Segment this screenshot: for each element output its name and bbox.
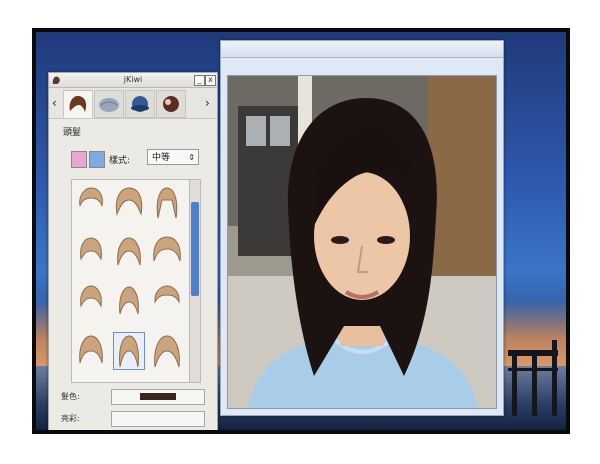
hairstyle-option[interactable] [76,284,106,320]
hairstyle-icon [80,285,102,308]
style-select[interactable]: 中等 ⇕ [147,149,199,165]
hairstyle-option[interactable] [76,186,106,222]
brightness-label: 亮彩: [61,414,80,423]
chevron-left-icon[interactable]: ‹ [52,96,57,110]
chevron-updown-icon: ⇕ [188,153,195,162]
scrollbar-thumb[interactable] [191,202,199,296]
tab-hair[interactable] [63,90,93,118]
hat-icon [131,96,149,112]
chevron-right-icon[interactable]: › [205,96,210,110]
hairstyle-icon [80,237,102,261]
hairstyle-option[interactable] [114,284,144,320]
hairstyle-option[interactable] [113,332,145,370]
hair-color-swatch [140,393,176,400]
hairstyle-option[interactable] [152,333,182,369]
close-button[interactable]: x [205,75,216,86]
desktop-screen: jKiwi _ x ‹ › 頭髮 樣式: 中等 ⇕ 髮色: 亮彩: [36,32,566,430]
pier-silhouette [508,340,558,416]
hairstyle-icon [117,237,141,266]
male-button[interactable] [89,151,105,168]
monitor-frame: jKiwi _ x ‹ › 頭髮 樣式: 中等 ⇕ 髮色: 亮彩: [32,28,570,434]
hairstyle-option[interactable] [152,284,182,320]
photo-preview-window [220,40,504,416]
hairstyle-option[interactable] [76,235,106,271]
hairstyle-icon [79,335,103,364]
hairstyle-icon [119,335,139,368]
hairstyle-option[interactable] [152,235,182,271]
jkiwi-titlebar[interactable]: jKiwi _ x [49,73,217,88]
hair-icon [69,95,87,112]
photo-titlebar[interactable] [221,41,503,58]
jkiwi-window: jKiwi _ x ‹ › 頭髮 樣式: 中等 ⇕ 髮色: 亮彩: [48,72,218,430]
accessory-icon [163,96,179,112]
tab-accessory[interactable] [156,90,186,118]
style-label: 樣式: [109,156,131,166]
hairstyle-option[interactable] [76,333,106,369]
tab-hat[interactable] [125,90,155,118]
hairstyle-icon [153,236,181,262]
hairstyle-option[interactable] [114,235,144,271]
fabric-icon [99,98,119,112]
style-select-value: 中等 [152,153,171,163]
hairstyle-scrollbar[interactable] [189,179,201,383]
hairstyle-icon [154,285,180,304]
female-button[interactable] [71,151,87,168]
preview-photo [227,75,497,409]
hair-color-label: 髮色: [61,392,80,401]
section-title: 頭髮 [63,128,82,138]
girl-portrait [228,76,496,408]
hairstyle-icon [154,335,180,368]
tab-fabric[interactable] [94,90,124,118]
app-icon [52,76,60,84]
hairstyle-icon [156,187,178,219]
minimize-button[interactable]: _ [194,75,205,86]
brightness-control[interactable] [111,411,205,427]
category-tabs: ‹ › [49,88,217,119]
hairstyle-option[interactable] [114,186,144,222]
hairstyle-icon [119,286,139,315]
hairstyle-option[interactable] [152,186,182,222]
hair-color-picker[interactable] [111,389,205,405]
hairstyle-icon [79,187,103,207]
window-title: jKiwi [123,75,143,84]
hairstyle-grid [71,179,191,383]
hairstyle-icon [115,187,143,216]
